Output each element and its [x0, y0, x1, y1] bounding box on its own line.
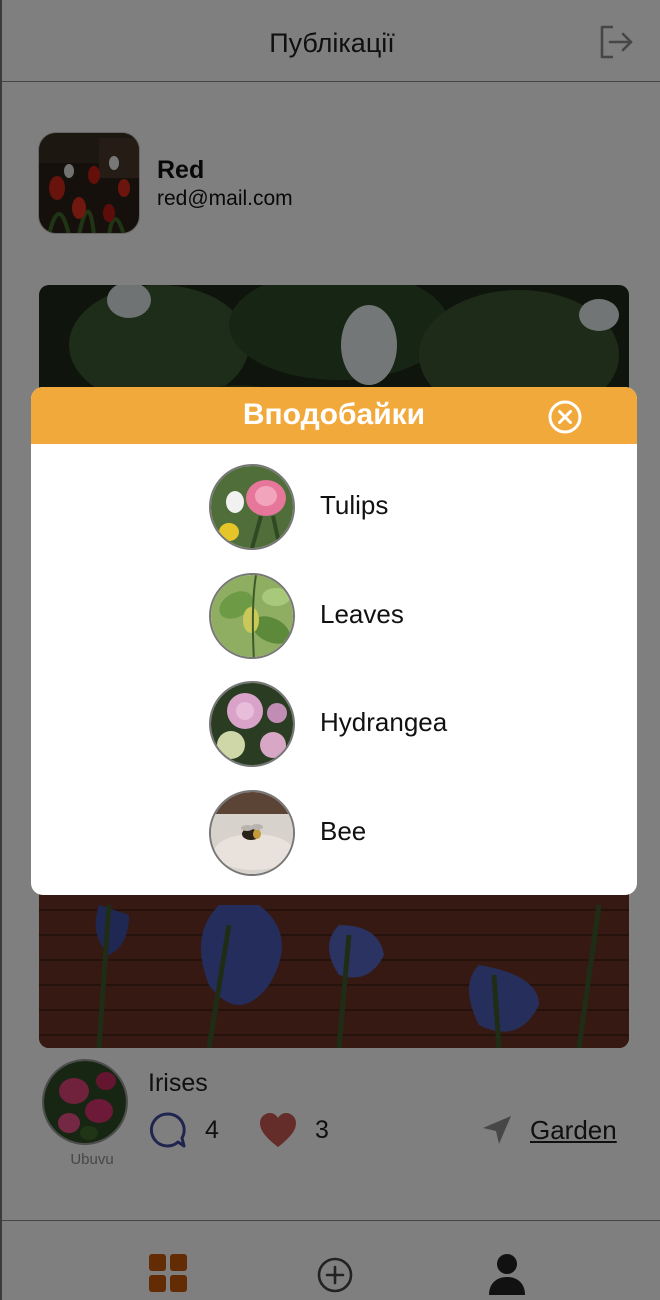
like-list-item[interactable]: Tulips — [209, 464, 629, 550]
likes-modal-header: Вподобайки — [31, 387, 637, 444]
likes-modal: Вподобайки Tulips Leaves Hydrangea Bee — [31, 387, 637, 895]
like-item-thumbnail — [209, 573, 295, 659]
like-item-thumbnail — [209, 681, 295, 767]
like-list-item[interactable]: Leaves — [209, 573, 629, 659]
like-item-thumbnail — [209, 464, 295, 550]
like-item-thumbnail — [209, 790, 295, 876]
app-screen: Публікації Red red@mail.com — [0, 0, 660, 1300]
like-list-item[interactable]: Hydrangea — [209, 681, 629, 767]
like-item-label: Leaves — [320, 599, 404, 629]
like-item-label: Hydrangea — [320, 707, 448, 737]
close-icon[interactable] — [547, 399, 583, 435]
like-list-item[interactable]: Bee — [209, 790, 629, 876]
like-item-label: Tulips — [320, 490, 389, 520]
like-item-label: Bee — [320, 816, 367, 846]
